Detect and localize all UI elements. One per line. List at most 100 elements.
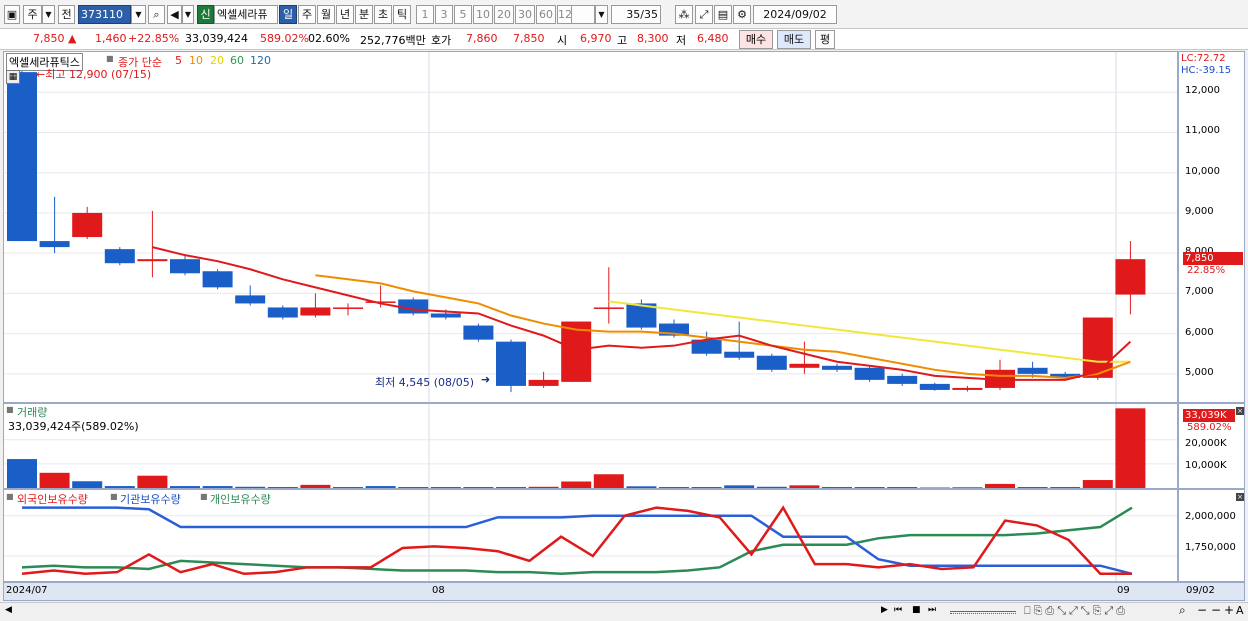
volume-axis: 33,039K × 589.02% 20,000K 10,000K: [1178, 403, 1245, 489]
calendar-icon[interactable]: ▦: [6, 70, 20, 84]
ma-120: 120: [250, 54, 271, 67]
gear-icon[interactable]: ⚙: [733, 5, 751, 24]
volume-summary: 33,039,424주(589.02%): [8, 420, 139, 433]
price-chart[interactable]: [4, 52, 1177, 402]
close-icon[interactable]: ×: [1236, 493, 1244, 501]
candle-body: [496, 341, 526, 386]
volume-pane[interactable]: ■ 거래량 33,039,424주(589.02%): [3, 403, 1178, 489]
custom-period-field[interactable]: [571, 5, 595, 24]
volume-value: 33,039,424: [185, 32, 248, 45]
open-label: 시: [557, 34, 568, 47]
scroll-right-icon[interactable]: ▶: [881, 605, 888, 615]
volume-bar: [170, 486, 200, 488]
holdings-axis: × 2,000,000 1,750,000: [1178, 489, 1245, 582]
minus-icon[interactable]: −: [1211, 603, 1221, 617]
ma-20: 20: [210, 54, 224, 67]
period-button[interactable]: 월: [317, 5, 335, 24]
draw-icon[interactable]: ⤢: [695, 5, 713, 24]
holdings-pane[interactable]: ■ 외국인보유수량 ■ 기관보유수량 ■ 개인보유수량: [3, 489, 1178, 582]
sell-button[interactable]: 매도: [777, 30, 811, 49]
speaker-dropdown-icon[interactable]: ▼: [182, 5, 194, 24]
stock-name-field[interactable]: 엑셀세라퓨: [214, 5, 278, 24]
zoom-out-icon[interactable]: −: [1197, 603, 1207, 617]
volume-tag: 33,039K: [1183, 409, 1235, 422]
volume-bar: [235, 486, 266, 488]
minute-button[interactable]: 30: [515, 5, 535, 24]
ma-10: 10: [189, 54, 203, 67]
volume-bar: [691, 487, 722, 488]
stock-code-input[interactable]: 373110: [78, 5, 131, 24]
period-button[interactable]: 분: [355, 5, 373, 24]
candle-body: [137, 259, 168, 262]
candle-body: [430, 313, 461, 318]
x-axis: 2024/07 08 09 09/02: [3, 582, 1245, 601]
volume-bar: [333, 487, 363, 488]
bottom-scrollbar[interactable]: ◀ ▶ ⏮ ■ ⏭ ⎕⎘⎙⤡⤢⤡⎘⤢⎙ ⌕ − − + A: [0, 602, 1248, 621]
zoom-slider[interactable]: [950, 611, 1016, 614]
stop-icon[interactable]: ■: [912, 605, 921, 615]
prev-button[interactable]: 전: [58, 5, 75, 24]
institution-line: [22, 506, 1133, 575]
holdings-tick-2000000: 2,000,000: [1185, 511, 1236, 522]
minute-button[interactable]: 3: [435, 5, 453, 24]
mode-dropdown-icon[interactable]: ▼: [42, 5, 55, 24]
candle-body: [235, 295, 266, 304]
volume-bar: [1115, 408, 1146, 488]
volume-tick-10000: 10,000K: [1185, 460, 1227, 471]
current-price-tag: 7,850: [1183, 252, 1243, 265]
x-label-sep: 09: [1117, 585, 1130, 596]
minute-button[interactable]: 60: [536, 5, 556, 24]
period-button[interactable]: 일: [279, 5, 297, 24]
search-icon[interactable]: ⌕: [148, 5, 165, 24]
window-icon[interactable]: ▣: [4, 5, 20, 24]
ma-bullet-icon: ■: [106, 54, 114, 63]
speaker-icon[interactable]: ◀: [167, 5, 182, 24]
candle-body: [72, 212, 103, 238]
candle-body: [1115, 259, 1146, 295]
volume-chart[interactable]: [4, 404, 1177, 488]
volume-bar: [822, 487, 852, 488]
volume-bar: [724, 485, 755, 488]
custom-period-dropdown-icon[interactable]: ▼: [595, 5, 608, 24]
price-pane[interactable]: 엑셀세라퓨틱스 ■ 종가 단순 5 10 20 60 120 ←최고 12,90…: [3, 51, 1178, 403]
volume-bar: [137, 475, 168, 488]
minute-button[interactable]: 5: [454, 5, 472, 24]
code-dropdown-icon[interactable]: ▼: [131, 5, 146, 24]
close-icon[interactable]: ×: [1236, 407, 1244, 415]
zoom-in-icon[interactable]: +: [1224, 603, 1234, 617]
compare-icon[interactable]: ⁂: [675, 5, 693, 24]
price-tick: 9,000: [1185, 205, 1214, 217]
current-pct-tag: 22.85%: [1187, 265, 1226, 276]
volume-bar: [202, 486, 233, 488]
candle-body: [952, 387, 983, 390]
volume-bar: [789, 485, 820, 488]
save-icon[interactable]: ▤: [714, 5, 732, 24]
period-button[interactable]: 초: [374, 5, 392, 24]
volume-bar: [985, 483, 1015, 488]
scroll-left-icon[interactable]: ◀: [5, 605, 12, 615]
turnover-value: 02.60%: [308, 32, 350, 45]
period-button[interactable]: 틱: [393, 5, 411, 24]
minute-button[interactable]: 10: [473, 5, 493, 24]
buy-button[interactable]: 매수: [739, 30, 773, 49]
minute-button[interactable]: 1: [416, 5, 434, 24]
count-field[interactable]: 35/35: [611, 5, 661, 24]
forward-icon[interactable]: ⏭: [928, 605, 936, 615]
minute-button[interactable]: 20: [494, 5, 514, 24]
candle-body: [39, 241, 70, 248]
magnifier-icon[interactable]: ⌕: [1179, 603, 1186, 618]
candle-body: [398, 299, 429, 314]
legend-foreign: 외국인보유수량: [17, 493, 88, 506]
period-button[interactable]: 주: [298, 5, 316, 24]
mode-select[interactable]: 주: [23, 5, 42, 24]
date-field[interactable]: 2024/09/02: [753, 5, 837, 24]
candle-body: [7, 72, 37, 242]
rewind-icon[interactable]: ⏮: [894, 605, 902, 615]
high-note: ←최고 12,900 (07/15): [36, 68, 152, 81]
hoga-label: 호가: [431, 34, 452, 47]
open-value: 6,970: [580, 32, 612, 45]
tool-icons[interactable]: ⎕⎘⎙⤡⤢⤡⎘⤢⎙: [1024, 604, 1128, 618]
auto-scale-icon[interactable]: A: [1236, 604, 1244, 617]
eval-button[interactable]: 평: [815, 30, 835, 49]
period-button[interactable]: 년: [336, 5, 354, 24]
